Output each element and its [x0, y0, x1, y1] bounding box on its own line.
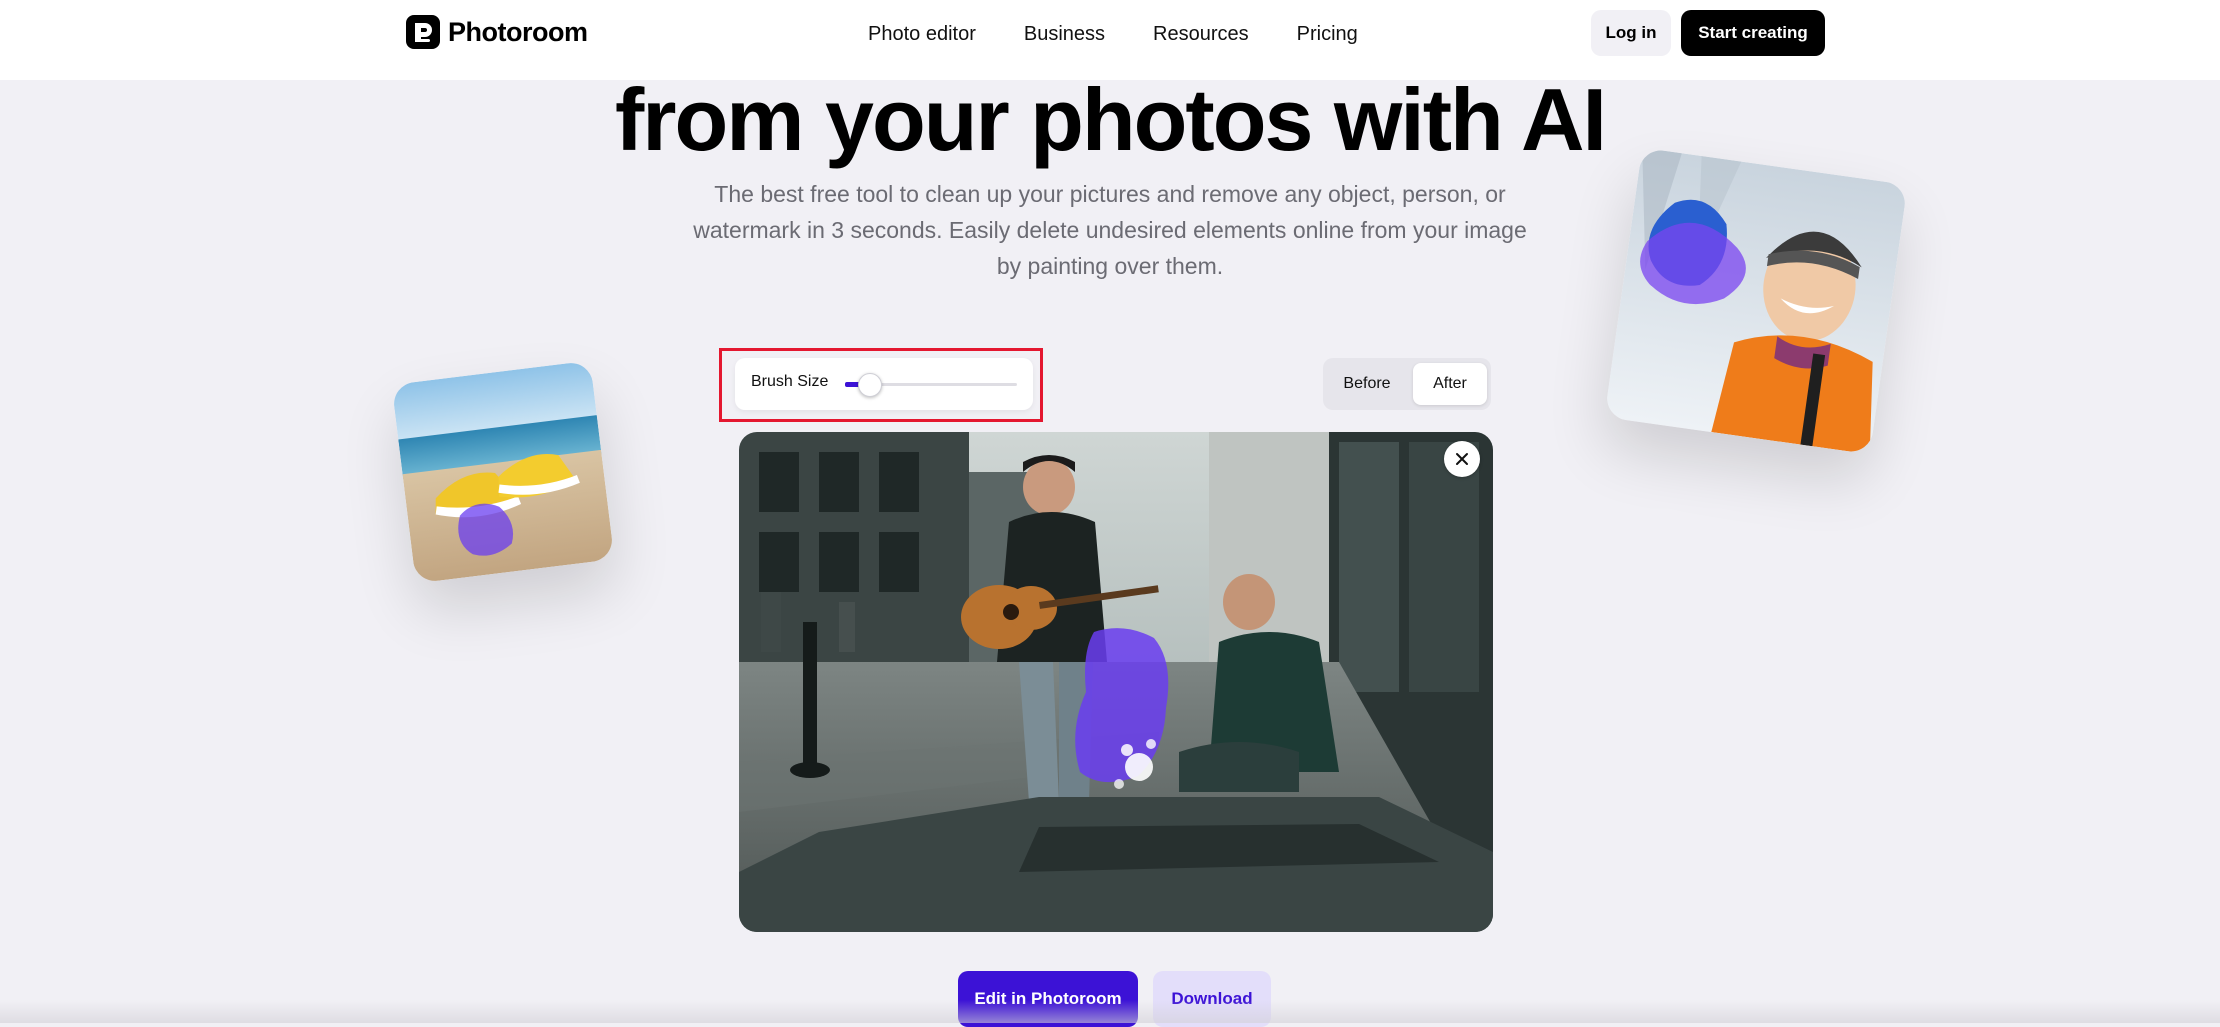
hero-subtext: The best free tool to clean up your pict…: [693, 181, 1527, 279]
brush-size-label: Brush Size: [751, 373, 829, 390]
start-creating-button[interactable]: Start creating: [1681, 10, 1825, 56]
hero-headline: from your photos with AI: [615, 70, 1607, 169]
photoroom-logo-icon: [406, 15, 440, 49]
example-shoes-image: [391, 360, 615, 584]
download-button[interactable]: Download: [1153, 971, 1271, 1027]
close-icon[interactable]: [1444, 441, 1480, 477]
edit-in-photoroom-button[interactable]: Edit in Photoroom: [958, 971, 1138, 1027]
before-after-toggle: Before After: [1323, 358, 1491, 410]
brush-size-control: Brush Size: [735, 358, 1033, 410]
top-navigation: Photoroom Photo editor Business Resource…: [0, 0, 2220, 80]
logo-text: Photoroom: [448, 16, 588, 47]
skier-illustration: [1604, 147, 1908, 455]
nav-link-resources[interactable]: Resources: [1153, 20, 1249, 48]
example-skier-image: [1604, 147, 1908, 455]
after-toggle-button[interactable]: After: [1413, 363, 1487, 405]
brush-size-slider-thumb[interactable]: [858, 373, 883, 397]
nav-links: Photo editor Business Resources Pricing: [868, 20, 1358, 48]
before-toggle-button[interactable]: Before: [1327, 362, 1407, 406]
login-button[interactable]: Log in: [1591, 10, 1671, 56]
nav-link-business[interactable]: Business: [1024, 20, 1105, 48]
nav-link-photo-editor[interactable]: Photo editor: [868, 20, 976, 48]
shoes-illustration: [391, 360, 615, 584]
nav-link-pricing[interactable]: Pricing: [1297, 20, 1358, 48]
edited-photo[interactable]: [739, 432, 1493, 932]
street-musicians-illustration: [739, 432, 1493, 932]
close-glyph: [1456, 453, 1468, 465]
photoroom-logo[interactable]: Photoroom: [406, 15, 588, 49]
